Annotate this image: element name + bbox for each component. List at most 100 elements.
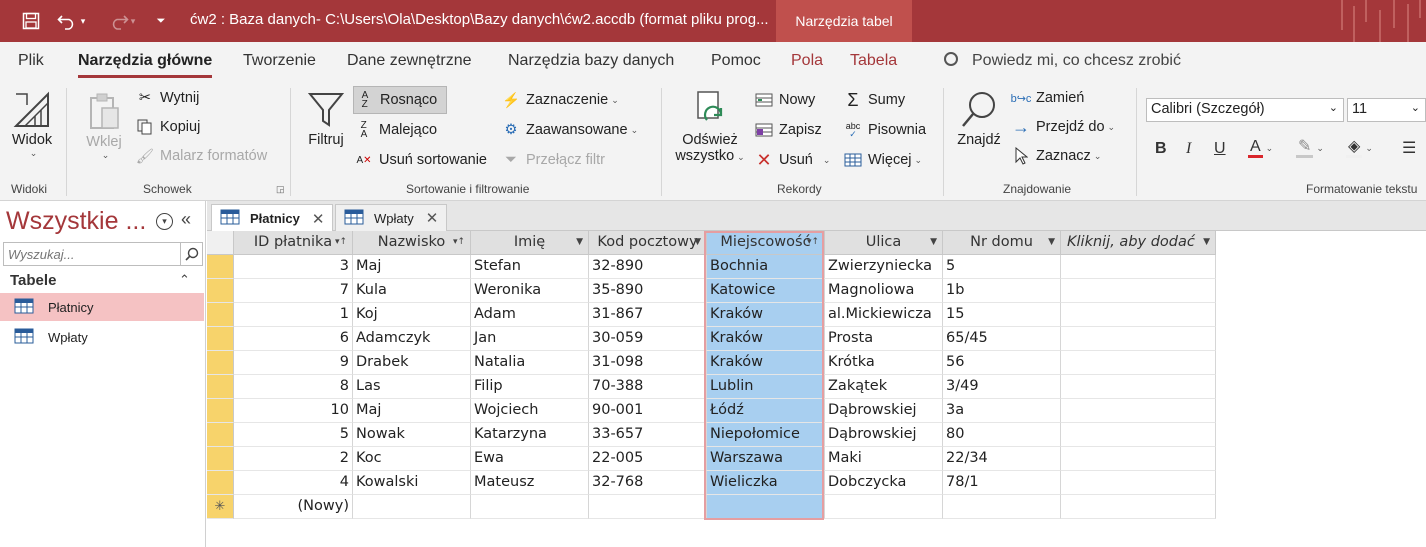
table-cell[interactable]: Wieliczka [707, 471, 825, 495]
usun-button[interactable]: ✕ Usuń ⌄ [753, 150, 830, 170]
table-cell[interactable]: 90-001 [589, 399, 707, 423]
chevron-down-icon[interactable]: ▼ [1048, 231, 1055, 254]
odswiez-wszystko-button[interactable]: Odśwież wszystko ⌄ [670, 88, 750, 164]
table-cell[interactable] [943, 495, 1061, 519]
table-cell[interactable]: Katowice [707, 279, 825, 303]
font-color-icon[interactable]: A ⌄ [1248, 138, 1273, 158]
table-cell[interactable]: Warszawa [707, 447, 825, 471]
column-header-kod[interactable]: Kod pocztowy ▼ [589, 231, 707, 255]
table-cell[interactable]: Kula [353, 279, 471, 303]
table-cell[interactable]: 6 [234, 327, 353, 351]
record-selector[interactable] [207, 399, 234, 423]
usun-sortowanie-button[interactable]: A ✕ Usuń sortowanie [353, 150, 487, 170]
table-cell[interactable]: 15 [943, 303, 1061, 327]
nowy-button[interactable]: Nowy [753, 90, 815, 110]
table-cell[interactable]: 7 [234, 279, 353, 303]
chevron-down-icon[interactable]: ▼ [694, 231, 701, 254]
dialog-launcher-icon[interactable]: ◲ [276, 184, 285, 195]
table-cell[interactable]: 35-890 [589, 279, 707, 303]
table-cell[interactable]: Bochnia [707, 255, 825, 279]
search-icon[interactable] [180, 243, 202, 265]
underline-icon[interactable]: U [1214, 140, 1226, 158]
table-cell[interactable] [1061, 327, 1216, 351]
table-cell[interactable]: al.Mickiewicza [825, 303, 943, 327]
zaznacz-button[interactable]: Zaznacz ⌄ [1010, 146, 1101, 166]
customize-qat-icon[interactable]: ⏷ [152, 8, 170, 34]
record-selector[interactable] [207, 303, 234, 327]
table-row[interactable]: 3 Maj Stefan 32-890 Bochnia Zwierzyniecka 5 [207, 255, 1216, 279]
table-cell[interactable]: 5 [943, 255, 1061, 279]
table-cell[interactable]: Prosta [825, 327, 943, 351]
table-cell[interactable]: 4 [234, 471, 353, 495]
close-icon[interactable]: ✕ [312, 210, 325, 228]
table-cell[interactable]: Adam [471, 303, 589, 327]
chevron-down-icon[interactable]: ▼ [1203, 231, 1210, 254]
nav-search-input[interactable] [4, 243, 176, 265]
table-cell[interactable]: Weronika [471, 279, 589, 303]
table-cell[interactable]: Kraków [707, 327, 825, 351]
record-selector[interactable] [207, 375, 234, 399]
table-row[interactable]: 7 Kula Weronika 35-890 Katowice Magnoliowa 1b [207, 279, 1216, 303]
table-cell[interactable] [589, 495, 707, 519]
undo-icon[interactable]: ▾ [54, 8, 88, 34]
przejdz-do-button[interactable]: → Przejdź do ⌄ [1010, 117, 1115, 137]
record-selector[interactable] [207, 327, 234, 351]
tab-plik[interactable]: Plik [18, 52, 44, 70]
table-cell[interactable]: 80 [943, 423, 1061, 447]
table-cell[interactable]: Natalia [471, 351, 589, 375]
table-cell[interactable]: 3/49 [943, 375, 1061, 399]
filtruj-button[interactable]: Filtruj [304, 88, 348, 148]
znajdz-button[interactable]: Znajdź [955, 88, 1003, 148]
record-selector[interactable] [207, 471, 234, 495]
table-cell[interactable]: 22/34 [943, 447, 1061, 471]
table-cell[interactable]: Mateusz [471, 471, 589, 495]
align-icon[interactable]: ☰ [1402, 138, 1416, 158]
new-record-label[interactable]: (Nowy) [234, 495, 353, 519]
tab-tabela[interactable]: Tabela [850, 52, 897, 70]
tab-narzedzia-glowne[interactable]: Narzędzia główne [78, 52, 213, 78]
table-cell[interactable]: Wojciech [471, 399, 589, 423]
record-selector[interactable] [207, 423, 234, 447]
record-selector[interactable] [207, 279, 234, 303]
table-cell[interactable] [1061, 303, 1216, 327]
table-cell[interactable]: 31-867 [589, 303, 707, 327]
table-cell[interactable]: Adamczyk [353, 327, 471, 351]
doc-tab-wplaty[interactable]: Wpłaty ✕ [335, 204, 448, 231]
save-icon[interactable] [18, 8, 44, 34]
chevron-down-icon[interactable]: ▼ [576, 231, 583, 254]
wiecej-button[interactable]: Więcej ⌄ [842, 150, 922, 170]
zapisz-button[interactable]: Zapisz [753, 120, 822, 140]
column-header-nazwisko[interactable]: Nazwisko ▾↑ [353, 231, 471, 255]
font-family-select[interactable]: Calibri (Szczegół) ⌄ [1146, 98, 1344, 122]
sumy-button[interactable]: Σ Sumy [842, 90, 905, 110]
table-cell[interactable]: 1 [234, 303, 353, 327]
tell-me-search[interactable]: Powiedz mi, co chcesz zrobić [944, 52, 1181, 70]
table-cell[interactable]: 2 [234, 447, 353, 471]
table-cell[interactable]: Stefan [471, 255, 589, 279]
table-cell[interactable]: 56 [943, 351, 1061, 375]
nav-item-platnicy[interactable]: Płatnicy [0, 293, 204, 321]
table-cell[interactable] [1061, 471, 1216, 495]
record-selector[interactable] [207, 255, 234, 279]
table-row[interactable]: 1 Koj Adam 31-867 Kraków al.Mickiewicza 15 [207, 303, 1216, 327]
bold-icon[interactable]: B [1155, 140, 1167, 158]
wytnij-button[interactable]: ✂ Wytnij [134, 88, 199, 108]
table-cell[interactable]: 9 [234, 351, 353, 375]
table-cell[interactable]: Dobczycka [825, 471, 943, 495]
column-header-add[interactable]: Kliknij, aby dodać ▼ [1061, 231, 1216, 255]
highlight-icon[interactable]: ✎ ⌄ [1296, 138, 1324, 158]
font-size-select[interactable]: 11 ⌄ [1347, 98, 1426, 122]
zamien-button[interactable]: b↪c Zamień [1010, 88, 1085, 108]
close-icon[interactable]: ✕ [426, 209, 439, 227]
przelacz-filtr-button[interactable]: ⏷ Przełącz filtr [500, 150, 605, 170]
table-cell[interactable]: Łódź [707, 399, 825, 423]
table-cell[interactable]: Drabek [353, 351, 471, 375]
wklej-button[interactable]: Wklej ⌄ [82, 90, 126, 161]
table-cell[interactable]: Magnoliowa [825, 279, 943, 303]
table-cell[interactable]: Koc [353, 447, 471, 471]
table-cell[interactable]: Dąbrowskiej [825, 399, 943, 423]
table-cell[interactable]: Dąbrowskiej [825, 423, 943, 447]
table-cell[interactable]: Kowalski [353, 471, 471, 495]
chevron-up-icon[interactable]: ⌃ [179, 272, 190, 288]
malejaco-button[interactable]: Z A Malejąco [353, 120, 437, 140]
